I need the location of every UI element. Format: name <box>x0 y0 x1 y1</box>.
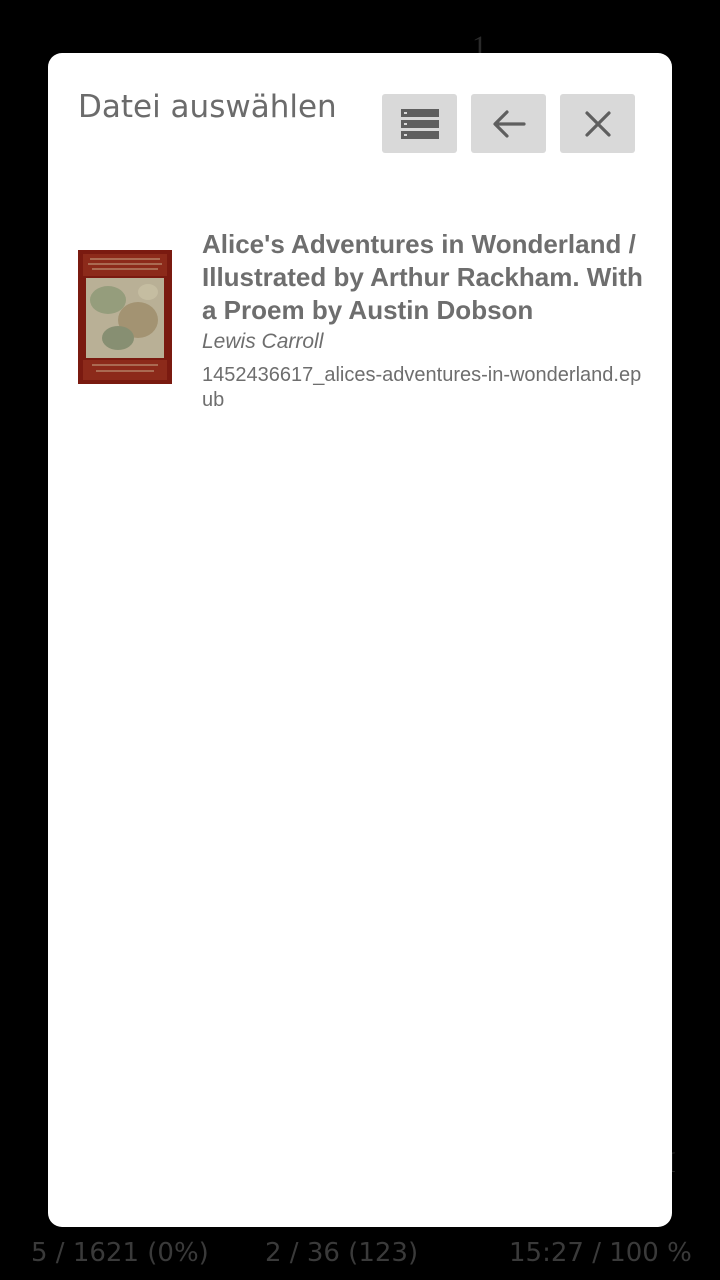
back-button[interactable] <box>471 94 546 153</box>
close-icon <box>584 110 611 137</box>
book-filename: 1452436617_alices-adventures-in-wonderla… <box>202 364 642 411</box>
dialog-title: Datei auswählen <box>78 89 337 125</box>
file-list-item[interactable]: Alice's Adventures in Wonderland / Illus… <box>48 223 672 423</box>
chapter-progress: 2 / 36 (123) <box>265 1238 419 1268</box>
book-cover-thumbnail <box>78 250 172 384</box>
page-progress: 5 / 1621 (0%) <box>31 1238 209 1268</box>
file-chooser-dialog: Datei auswählen Alice's Adventures in Wo… <box>48 53 672 1227</box>
list-view-button[interactable] <box>382 94 457 153</box>
book-author: Lewis Carroll <box>202 330 324 353</box>
reader-screen: 1 I Datei auswählen <box>0 0 720 1280</box>
arrow-back-icon <box>492 109 526 138</box>
time-battery: 15:27 / 100 % <box>509 1238 692 1268</box>
list-view-icon <box>400 108 439 139</box>
close-button[interactable] <box>560 94 635 153</box>
book-title: Alice's Adventures in Wonderland / Illus… <box>202 229 643 325</box>
